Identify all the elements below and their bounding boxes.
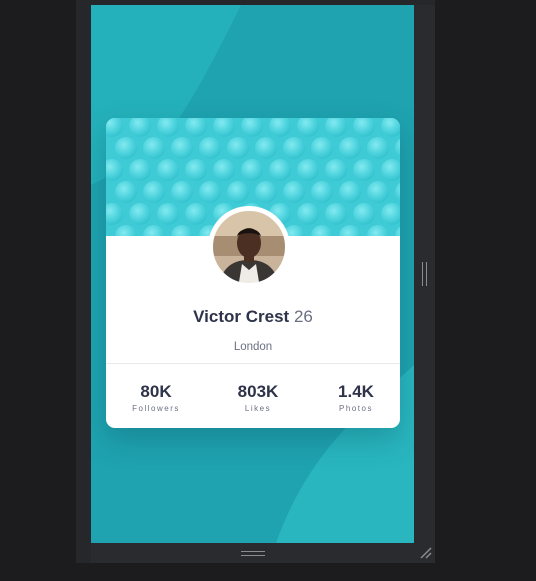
stat-likes: 803K Likes bbox=[209, 382, 307, 414]
avatar bbox=[208, 206, 290, 288]
viewport-width-resize-handle[interactable] bbox=[414, 5, 435, 543]
profile-name-text: Victor Crest bbox=[193, 307, 290, 326]
stat-photos-label: Photos bbox=[339, 404, 373, 413]
stat-followers-value: 80K bbox=[140, 382, 172, 401]
stat-followers-label: Followers bbox=[132, 404, 180, 413]
profile-card: Victor Crest 26 London 80K Followers 803… bbox=[106, 118, 400, 428]
card-divider bbox=[106, 363, 400, 364]
profile-location: London bbox=[233, 341, 273, 353]
stat-photos-value: 1.4K bbox=[338, 382, 374, 401]
stat-likes-label: Likes bbox=[244, 404, 272, 413]
profile-age: 26 bbox=[293, 307, 313, 326]
resize-grip-icon bbox=[241, 551, 265, 556]
corner-resize-icon[interactable] bbox=[419, 546, 433, 560]
resize-grip-icon bbox=[422, 262, 427, 286]
stat-photos: 1.4K Photos bbox=[307, 382, 400, 414]
stat-likes-value: 803K bbox=[237, 382, 279, 401]
viewport-height-resize-handle[interactable] bbox=[91, 543, 435, 563]
stat-followers: 80K Followers bbox=[107, 382, 205, 414]
page-viewport: Victor Crest 26 London 80K Followers 803… bbox=[91, 5, 414, 543]
profile-name: Victor Crest 26 bbox=[106, 307, 400, 327]
avatar-photo bbox=[209, 207, 289, 287]
